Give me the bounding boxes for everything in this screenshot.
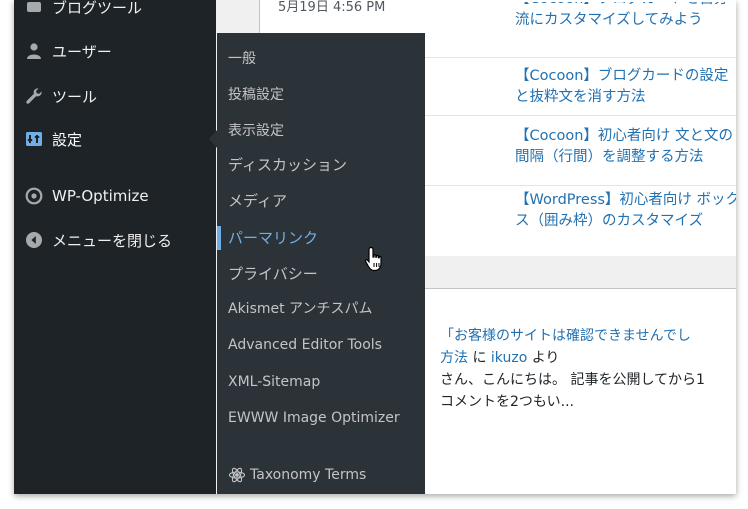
post-date: 5月19日 4:56 PM	[278, 0, 386, 15]
sidebar-item-label: WP-Optimize	[52, 187, 149, 205]
comment-post-link[interactable]: 方法	[440, 350, 468, 366]
collapse-menu-button[interactable]: メニューを閉じる	[14, 223, 216, 257]
settings-submenu: 一般 投稿設定 表示設定 ディスカッション メディア パーマリンク プライバシー…	[217, 33, 425, 494]
submenu-item-advanced-editor-tools[interactable]: Advanced Editor Tools	[217, 333, 425, 357]
submenu-item-discussion[interactable]: ディスカッション	[217, 153, 425, 177]
submenu-item-taxonomy-terms[interactable]: Taxonomy Terms	[217, 463, 425, 487]
sidebar-item-label: ブログツール	[52, 0, 143, 17]
sidebar-item-users[interactable]: ユーザー	[14, 34, 216, 68]
comment-title-link[interactable]: 「お客様のサイトは確認できませんでし	[440, 325, 736, 347]
submenu-item-media[interactable]: メディア	[217, 189, 425, 213]
submenu-item-permalinks[interactable]: パーマリンク	[217, 226, 425, 250]
post-title-link[interactable]: 【Cocoon】初心者向け 文と文の 間隔（行間）を調整する方法	[515, 126, 736, 168]
post-title-link[interactable]: 【Cocoon】ブログカードを自分 流にカスタマイズしてみよう	[515, 2, 736, 31]
sidebar-item-label: ユーザー	[52, 42, 112, 61]
post-title-link[interactable]: 【Cocoon】ブログカードの設定 と抜粋文を消す方法	[515, 66, 736, 108]
submenu-item-writing[interactable]: 投稿設定	[217, 83, 425, 107]
submenu-item-reading[interactable]: 表示設定	[217, 119, 425, 143]
submenu-item-privacy[interactable]: プライバシー	[217, 262, 425, 286]
sidebar-item-label: ツール	[52, 87, 98, 106]
submenu-item-akismet[interactable]: Akismet アンチスパム	[217, 297, 425, 321]
sidebar-item-wp-optimize[interactable]: WP-Optimize	[14, 179, 216, 213]
sidebar-item-tools[interactable]: ツール	[14, 79, 216, 113]
hand-pointer-icon	[364, 246, 386, 276]
collapse-icon	[24, 230, 44, 250]
sidebar-item-settings[interactable]: 設定	[14, 122, 216, 156]
post-title-link[interactable]: 【WordPress】初心者向け ボック ス（囲み枠）のカスタマイズ	[515, 190, 736, 232]
submenu-item-ewww-image-optimizer[interactable]: EWWW Image Optimizer	[217, 406, 425, 430]
settings-icon	[24, 129, 44, 149]
sidebar-item-blog-tool[interactable]: ブログツール	[14, 0, 216, 24]
submenu-item-xml-sitemap[interactable]: XML-Sitemap	[217, 370, 425, 394]
admin-sidebar: ブログツール ユーザー ツール 設定 WP-Optimize メニューを閉じる	[14, 0, 216, 494]
comment-excerpt: 「お客様のサイトは確認できませんでし 方法 に ikuzo より さん、こんにち…	[440, 325, 736, 413]
sidebar-item-label: メニューを閉じる	[52, 231, 173, 250]
tool-icon	[24, 0, 44, 17]
atom-icon	[228, 466, 246, 484]
comment-author-link[interactable]: ikuzo	[491, 350, 527, 366]
wp-optimize-icon	[24, 186, 44, 206]
admin-screen: 5月19日 4:56 PM 【Cocoon】ブログカードを自分 流にカスタマイズ…	[14, 0, 736, 494]
wrench-icon	[24, 86, 44, 106]
user-icon	[24, 41, 44, 61]
submenu-item-general[interactable]: 一般	[217, 47, 425, 71]
flyout-pointer	[209, 130, 217, 148]
sidebar-item-label: 設定	[52, 130, 83, 149]
